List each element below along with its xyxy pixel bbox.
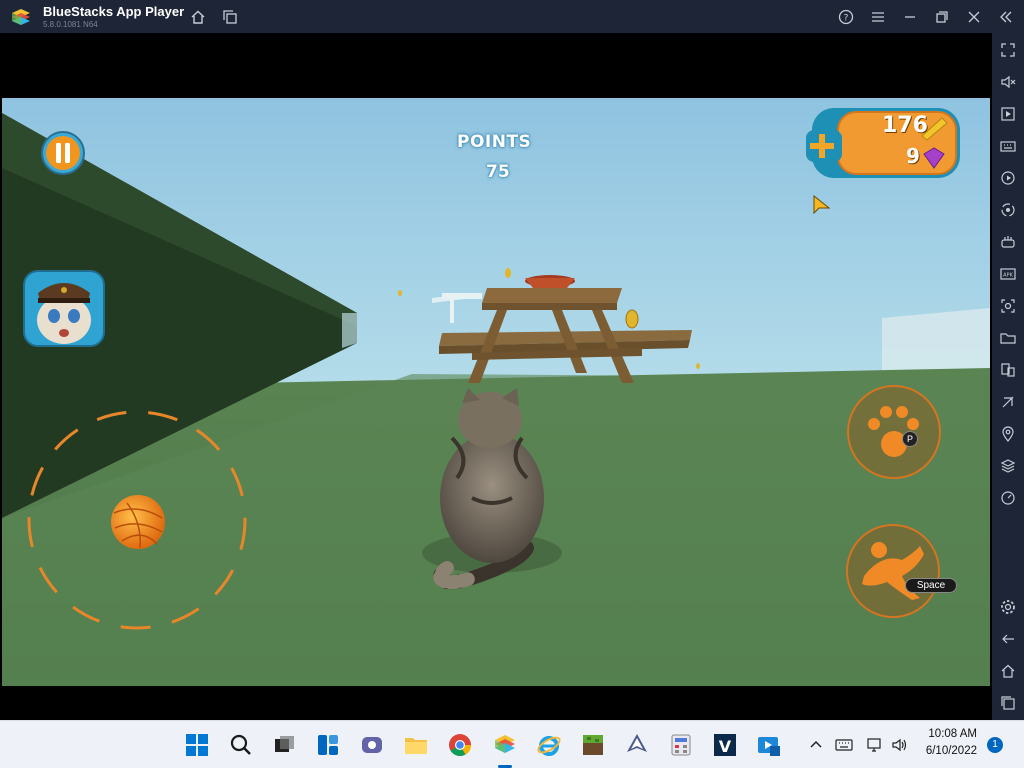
- yarn-ball-joystick: [111, 495, 165, 549]
- windows-taskbar: V 10:08 AM 6/10/2022 1: [0, 720, 1024, 768]
- search-icon[interactable]: [227, 731, 255, 759]
- mouse-cursor-icon: [813, 194, 831, 222]
- recent-apps-icon[interactable]: [998, 693, 1018, 713]
- macro-recorder-icon[interactable]: [998, 168, 1018, 188]
- layers-icon[interactable]: [998, 456, 1018, 476]
- back-icon[interactable]: [998, 629, 1018, 649]
- help-icon[interactable]: ?: [835, 6, 857, 28]
- fullscreen-icon[interactable]: [998, 40, 1018, 60]
- notification-badge[interactable]: 1: [987, 737, 1003, 753]
- bluestacks-sidebar: APK: [992, 33, 1024, 720]
- media-player-icon[interactable]: [755, 731, 783, 759]
- task-view-icon[interactable]: [270, 731, 298, 759]
- minimize-icon[interactable]: [899, 6, 921, 28]
- svg-text:?: ?: [844, 14, 849, 24]
- close-icon[interactable]: [963, 6, 985, 28]
- svg-text:APK: APK: [1003, 273, 1013, 279]
- bluestacks-icon[interactable]: [491, 731, 519, 759]
- install-apk-icon[interactable]: APK: [998, 264, 1018, 284]
- show-hidden-icons-chevron-icon[interactable]: [807, 736, 825, 754]
- clock-time[interactable]: 10:08 AM: [925, 728, 977, 740]
- screenshot-icon[interactable]: [998, 296, 1018, 316]
- chrome-icon[interactable]: [446, 731, 474, 759]
- game-scene[interactable]: POINTS 75 176 9 Space P: [2, 98, 990, 686]
- keyboard-tray-icon[interactable]: [835, 736, 853, 754]
- keyboard-controls-icon[interactable]: [998, 136, 1018, 156]
- settings-icon[interactable]: [998, 597, 1018, 617]
- gems-count: 9: [906, 144, 920, 168]
- menu-icon[interactable]: [867, 6, 889, 28]
- coins-count: 176: [882, 113, 928, 138]
- teams-chat-icon[interactable]: [358, 731, 386, 759]
- paw-action-button: [847, 385, 941, 479]
- minecraft-icon[interactable]: [579, 731, 607, 759]
- title-bar: BlueStacks App Player 5.8.0.1081 N64 ?: [0, 0, 1024, 33]
- p-key-badge: P: [902, 431, 918, 447]
- widgets-icon[interactable]: [314, 731, 342, 759]
- media-manager-icon[interactable]: [998, 104, 1018, 124]
- inkscape-icon[interactable]: [623, 731, 651, 759]
- character-avatar: [23, 270, 105, 347]
- points-label: POINTS: [457, 132, 532, 152]
- network-icon[interactable]: [866, 736, 884, 754]
- restore-icon[interactable]: [931, 6, 953, 28]
- eco-mode-icon[interactable]: [998, 392, 1018, 412]
- emulator-screen[interactable]: POINTS 75 176 9 Space P: [0, 33, 992, 720]
- clock-date[interactable]: 6/10/2022: [922, 745, 977, 757]
- volume-mute-icon[interactable]: [998, 72, 1018, 92]
- window-title: BlueStacks App Player: [43, 4, 185, 19]
- home-sidebar-icon[interactable]: [998, 661, 1018, 681]
- sync-instances-icon[interactable]: [998, 200, 1018, 220]
- home-icon[interactable]: [187, 6, 209, 28]
- internet-explorer-icon[interactable]: [535, 731, 563, 759]
- windows-start-icon[interactable]: [183, 731, 211, 759]
- location-icon[interactable]: [998, 424, 1018, 444]
- app-version: 5.8.0.1081 N64: [43, 20, 98, 29]
- multi-instance-icon[interactable]: [219, 6, 241, 28]
- space-key-badge: Space: [905, 578, 957, 593]
- volume-icon[interactable]: [891, 736, 909, 754]
- multi-instance-sidebar-icon[interactable]: [998, 360, 1018, 380]
- bluestacks-logo-icon: [10, 7, 32, 27]
- calculator-app-icon[interactable]: [667, 731, 695, 759]
- collapse-sidebar-icon[interactable]: [995, 6, 1017, 28]
- folder-icon[interactable]: [998, 328, 1018, 348]
- file-explorer-icon[interactable]: [402, 731, 430, 759]
- jump-action-button: [846, 524, 940, 618]
- vscode-icon[interactable]: V: [711, 731, 739, 759]
- pause-button: [41, 131, 85, 175]
- svg-text:V: V: [719, 737, 732, 756]
- points-value: 75: [486, 162, 510, 182]
- game-world: [2, 98, 990, 686]
- performance-icon[interactable]: [998, 488, 1018, 508]
- game-controls-icon[interactable]: [998, 232, 1018, 252]
